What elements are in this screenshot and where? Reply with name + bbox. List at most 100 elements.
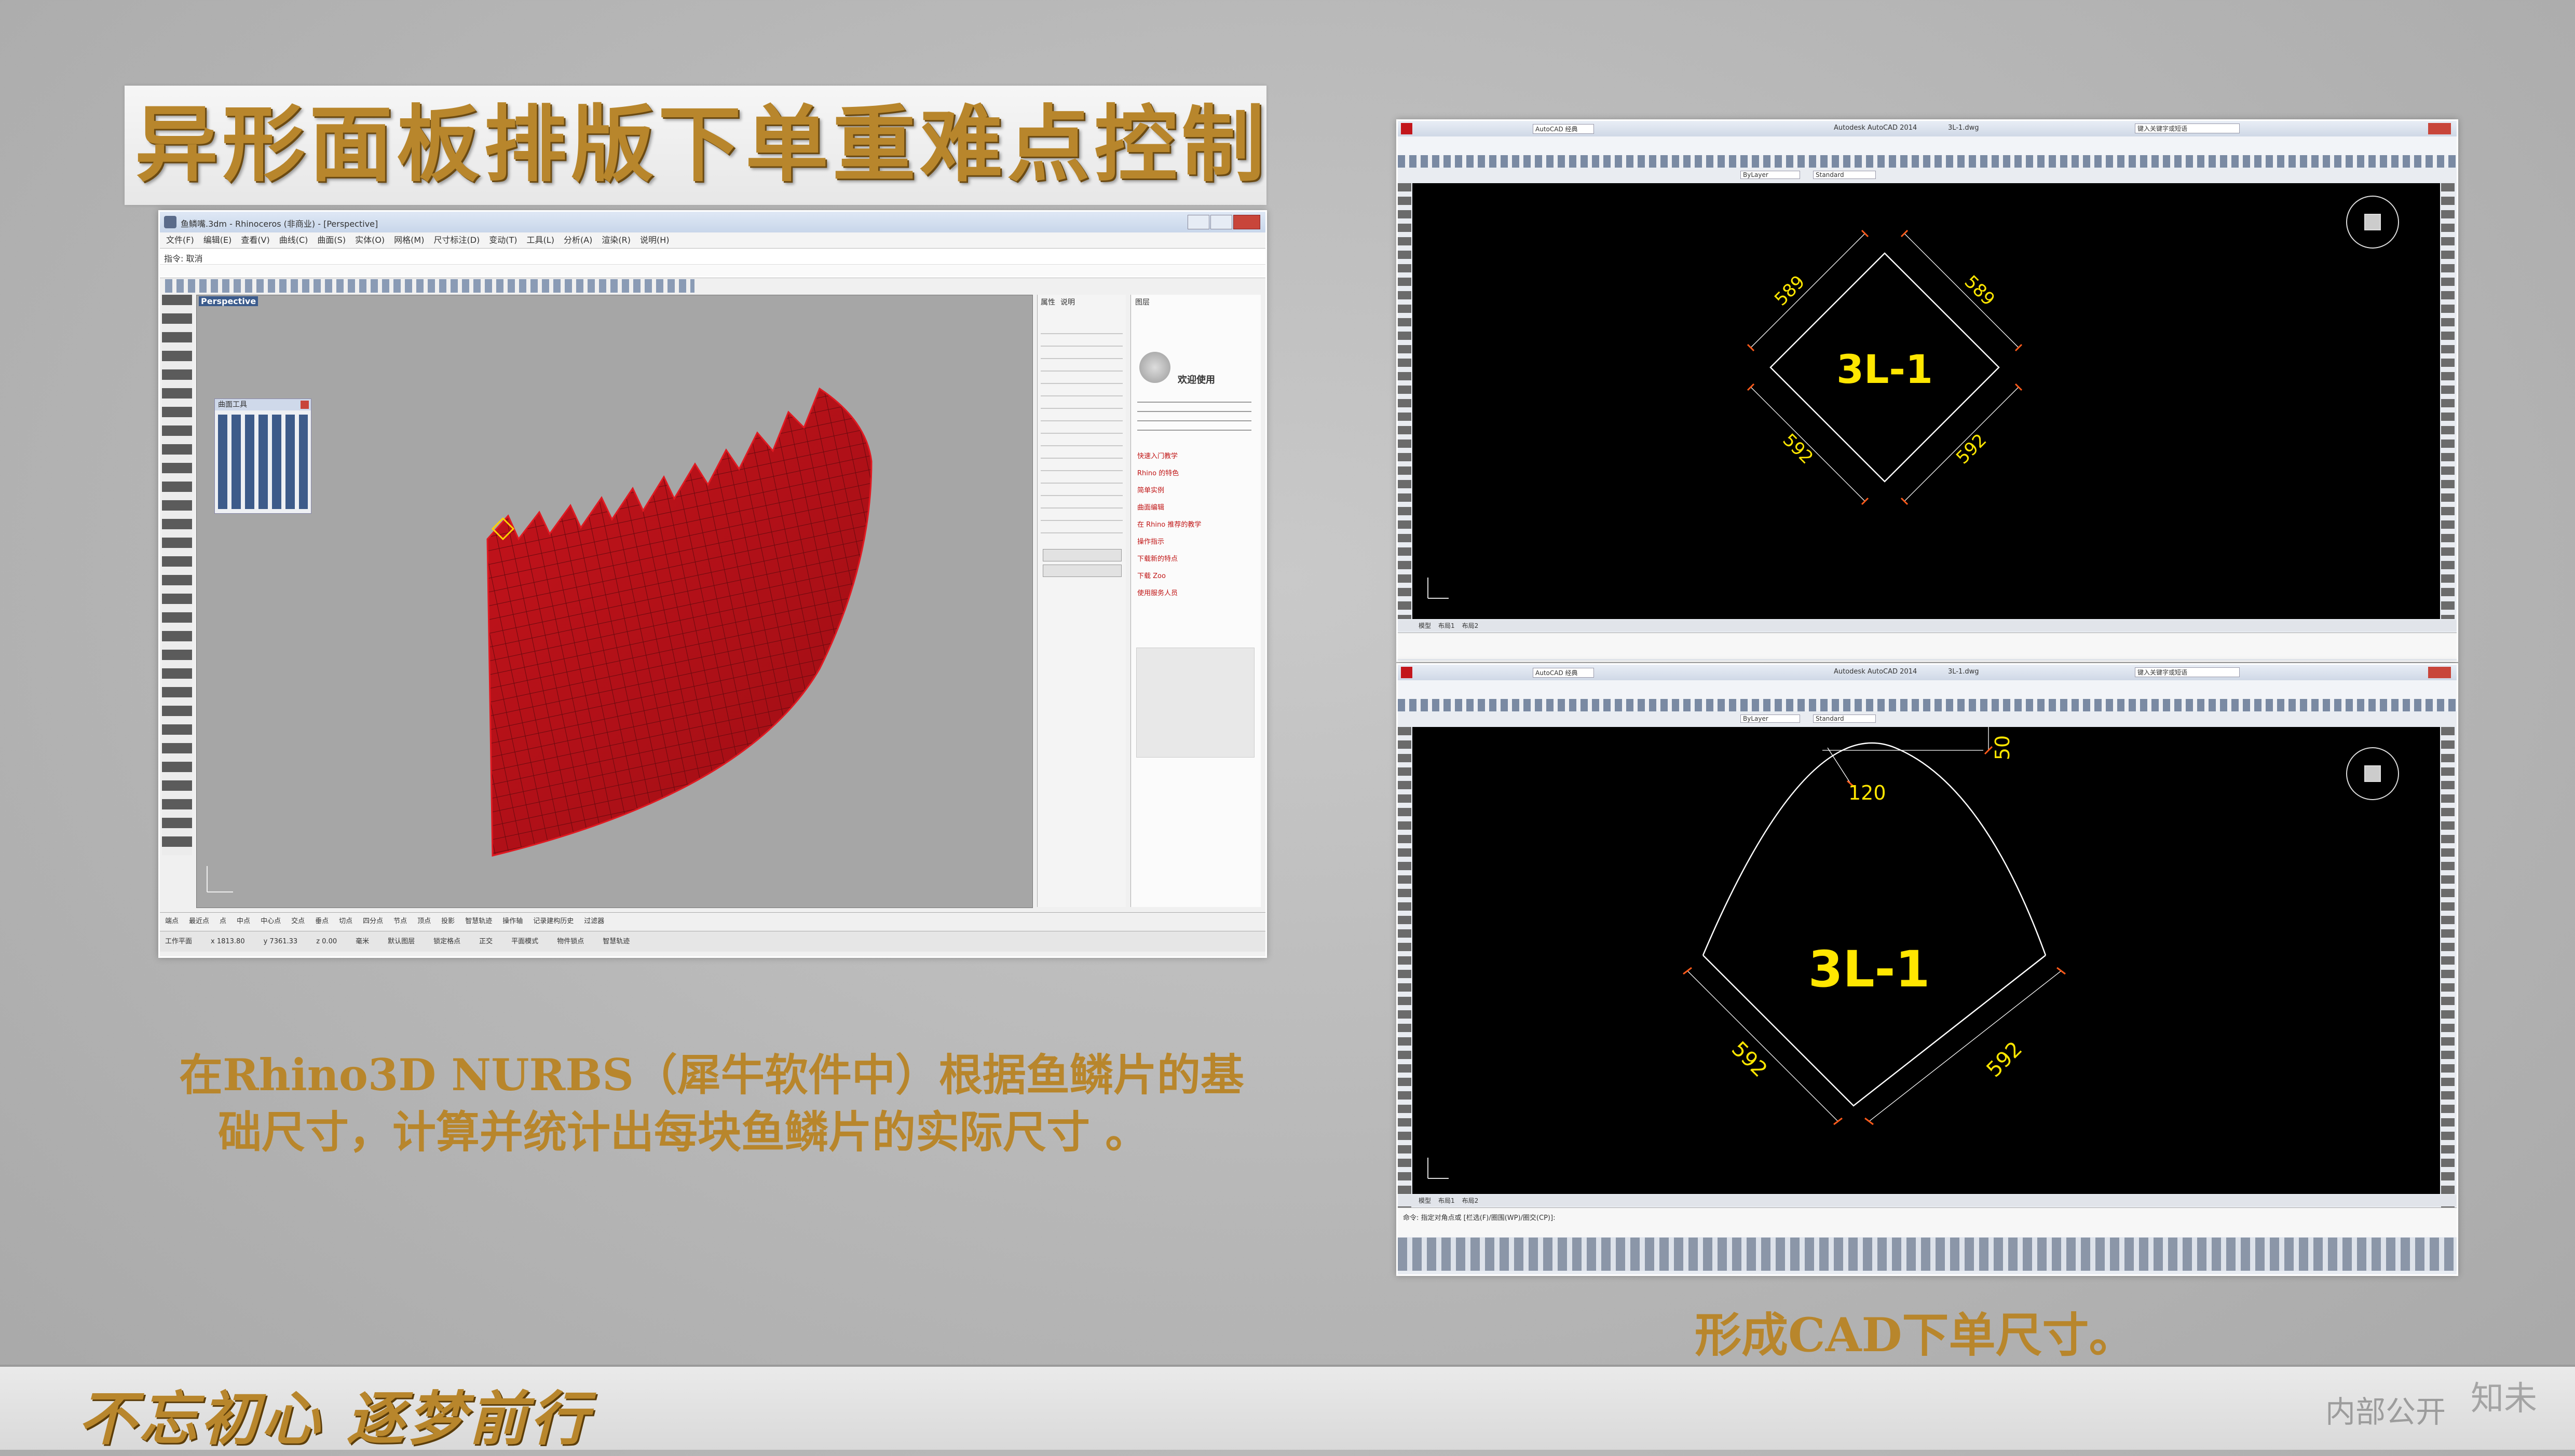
tab-model[interactable]: 模型 xyxy=(1419,620,1431,631)
help-link[interactable]: 简单实例 xyxy=(1137,485,1201,495)
perspective-viewport[interactable]: Perspective xyxy=(196,295,1033,908)
status-item[interactable]: 锁定格点 xyxy=(433,931,460,952)
workspace-select[interactable]: AutoCAD 经典 xyxy=(1533,668,1594,678)
menu-item[interactable]: 渲染(R) xyxy=(602,232,631,248)
status-item[interactable]: 默认图层 xyxy=(388,931,415,952)
cad-command-line[interactable] xyxy=(1398,633,2457,659)
close-button[interactable] xyxy=(1233,215,1260,229)
menu-item[interactable]: 变动(T) xyxy=(489,232,517,248)
help-links: 快速入门教学 Rhino 的特色 简单实例 曲面编辑 在 Rhino 推荐的教学… xyxy=(1137,450,1201,597)
cad-search-input[interactable]: 键入关键字或短语 xyxy=(2135,123,2240,133)
osnap-option[interactable]: 节点 xyxy=(393,913,407,930)
dimension-label: 589 xyxy=(1770,271,1809,310)
status-item[interactable]: 智慧轨迹 xyxy=(603,931,630,952)
dimension-label: 592 xyxy=(1952,430,1991,468)
palette-title-bar: 曲面工具 xyxy=(215,399,311,410)
osnap-option[interactable]: 垂点 xyxy=(315,913,329,930)
osnap-option[interactable]: 中点 xyxy=(237,913,250,930)
panel-drawing-top: 589 589 592 592 3L-1 xyxy=(1427,196,2399,599)
cad-left-toolbar[interactable] xyxy=(1398,183,1411,619)
osnap-option[interactable]: 顶点 xyxy=(417,913,431,930)
close-button[interactable] xyxy=(2428,123,2451,134)
cad-screenshot-bottom: AutoCAD 经典 Autodesk AutoCAD 2014 3L-1.dw… xyxy=(1396,663,2458,1276)
status-item[interactable]: 正交 xyxy=(479,931,493,952)
command-input[interactable] xyxy=(160,264,1265,276)
menu-item[interactable]: 文件(F) xyxy=(166,232,194,248)
minimize-button[interactable] xyxy=(1188,215,1209,229)
menu-item[interactable]: 分析(A) xyxy=(564,232,592,248)
help-link[interactable]: 使用服务人员 xyxy=(1137,587,1201,597)
tab-help[interactable]: 说明 xyxy=(1060,297,1075,307)
close-icon[interactable] xyxy=(301,401,309,409)
style-select[interactable]: Standard xyxy=(1813,715,1876,723)
osnap-option[interactable]: 端点 xyxy=(165,913,179,930)
cad-app-title: Autodesk AutoCAD 2014 xyxy=(1834,668,1917,676)
help-link[interactable]: 曲面编辑 xyxy=(1137,502,1201,512)
tab-layout2[interactable]: 布局2 xyxy=(1462,1195,1479,1206)
help-link[interactable]: 在 Rhino 推荐的教学 xyxy=(1137,519,1201,529)
cad-drawing-area[interactable]: 120 50 592 592 3L-1 xyxy=(1412,727,2440,1194)
menu-item[interactable]: 说明(H) xyxy=(640,232,670,248)
command-text[interactable]: 命令: 指定对角点或 [栏选(F)/圈围(WP)/圈交(CP)]: xyxy=(1403,1212,1555,1222)
osnap-option[interactable]: 最近点 xyxy=(189,913,209,930)
osnap-option[interactable]: 切点 xyxy=(339,913,352,930)
left-toolbar[interactable] xyxy=(162,295,192,855)
layer-select[interactable]: ByLayer xyxy=(1740,171,1800,179)
match-button[interactable] xyxy=(1043,549,1122,561)
cad-toolbar-row-1[interactable] xyxy=(1398,155,2457,168)
osnap-option[interactable]: 点 xyxy=(220,913,226,930)
osnap-option[interactable]: 操作轴 xyxy=(502,913,523,930)
cad-left-toolbar[interactable] xyxy=(1398,727,1411,1215)
close-button[interactable] xyxy=(2428,667,2451,678)
properties-panel: 属性 说明 xyxy=(1037,295,1126,907)
fish-scale-surface xyxy=(207,387,873,892)
menu-item[interactable]: 编辑(E) xyxy=(203,232,232,248)
help-link[interactable]: Rhino 的特色 xyxy=(1137,468,1201,477)
menu-item[interactable]: 工具(L) xyxy=(527,232,554,248)
help-link[interactable]: 快速入门教学 xyxy=(1137,450,1201,460)
osnap-option[interactable]: 智慧轨迹 xyxy=(465,913,492,930)
help-link[interactable]: 下载新的特点 xyxy=(1137,553,1201,563)
osnap-option[interactable]: 投影 xyxy=(441,913,455,930)
standard-toolbar[interactable] xyxy=(165,279,694,293)
autocad-logo-icon[interactable] xyxy=(1401,667,1412,678)
cad-right-toolbar[interactable] xyxy=(2441,183,2455,619)
osnap-option[interactable]: 过滤器 xyxy=(584,913,604,930)
rhino-app-icon xyxy=(164,216,176,228)
tab-layout1[interactable]: 布局1 xyxy=(1438,1195,1455,1206)
style-select[interactable]: Standard xyxy=(1813,171,1876,179)
tab-properties[interactable]: 属性 xyxy=(1041,297,1055,307)
menu-item[interactable]: 网格(M) xyxy=(394,232,424,248)
panel-drawing-bottom: 120 50 592 592 3L-1 xyxy=(1427,727,2399,1179)
menu-item[interactable]: 查看(V) xyxy=(241,232,269,248)
autocad-logo-icon[interactable] xyxy=(1401,123,1412,134)
palette-tools[interactable] xyxy=(218,415,308,509)
menu-item[interactable]: 尺寸标注(D) xyxy=(433,232,480,248)
osnap-option[interactable]: 四分点 xyxy=(363,913,383,930)
cad-right-toolbar[interactable] xyxy=(2441,727,2455,1215)
tab-model[interactable]: 模型 xyxy=(1419,1195,1431,1206)
cad-toolbar-row-1[interactable] xyxy=(1398,699,2457,711)
menu-item[interactable]: 曲线(C) xyxy=(279,232,308,248)
menu-item[interactable]: 实体(O) xyxy=(355,232,385,248)
layer-select[interactable]: ByLayer xyxy=(1740,715,1800,723)
tab-layout2[interactable]: 布局2 xyxy=(1462,620,1479,631)
status-item[interactable]: 物件锁点 xyxy=(557,931,584,952)
layer-tab[interactable]: 图层 xyxy=(1135,297,1150,307)
osnap-option[interactable]: 记录建构历史 xyxy=(533,913,574,930)
status-item: 工作平面 xyxy=(165,938,193,945)
tab-layout1[interactable]: 布局1 xyxy=(1438,620,1455,631)
osnap-option[interactable]: 中心点 xyxy=(261,913,281,930)
osnap-option[interactable]: 交点 xyxy=(291,913,305,930)
cad-search-input[interactable]: 键入关键字或短语 xyxy=(2135,667,2240,677)
status-item: x 1813.80 xyxy=(211,938,245,945)
cad-drawing-area[interactable]: 589 589 592 592 3L-1 xyxy=(1412,183,2440,619)
menu-item[interactable]: 曲面(S) xyxy=(317,232,346,248)
help-link[interactable]: 下载 Zoo xyxy=(1137,570,1201,580)
status-item: 毫米 xyxy=(356,938,370,945)
workspace-select[interactable]: AutoCAD 经典 xyxy=(1533,124,1594,134)
help-link[interactable]: 操作指示 xyxy=(1137,536,1201,546)
maximize-button[interactable] xyxy=(1210,215,1232,229)
details-button[interactable] xyxy=(1043,565,1122,577)
status-item[interactable]: 平面模式 xyxy=(511,931,538,952)
